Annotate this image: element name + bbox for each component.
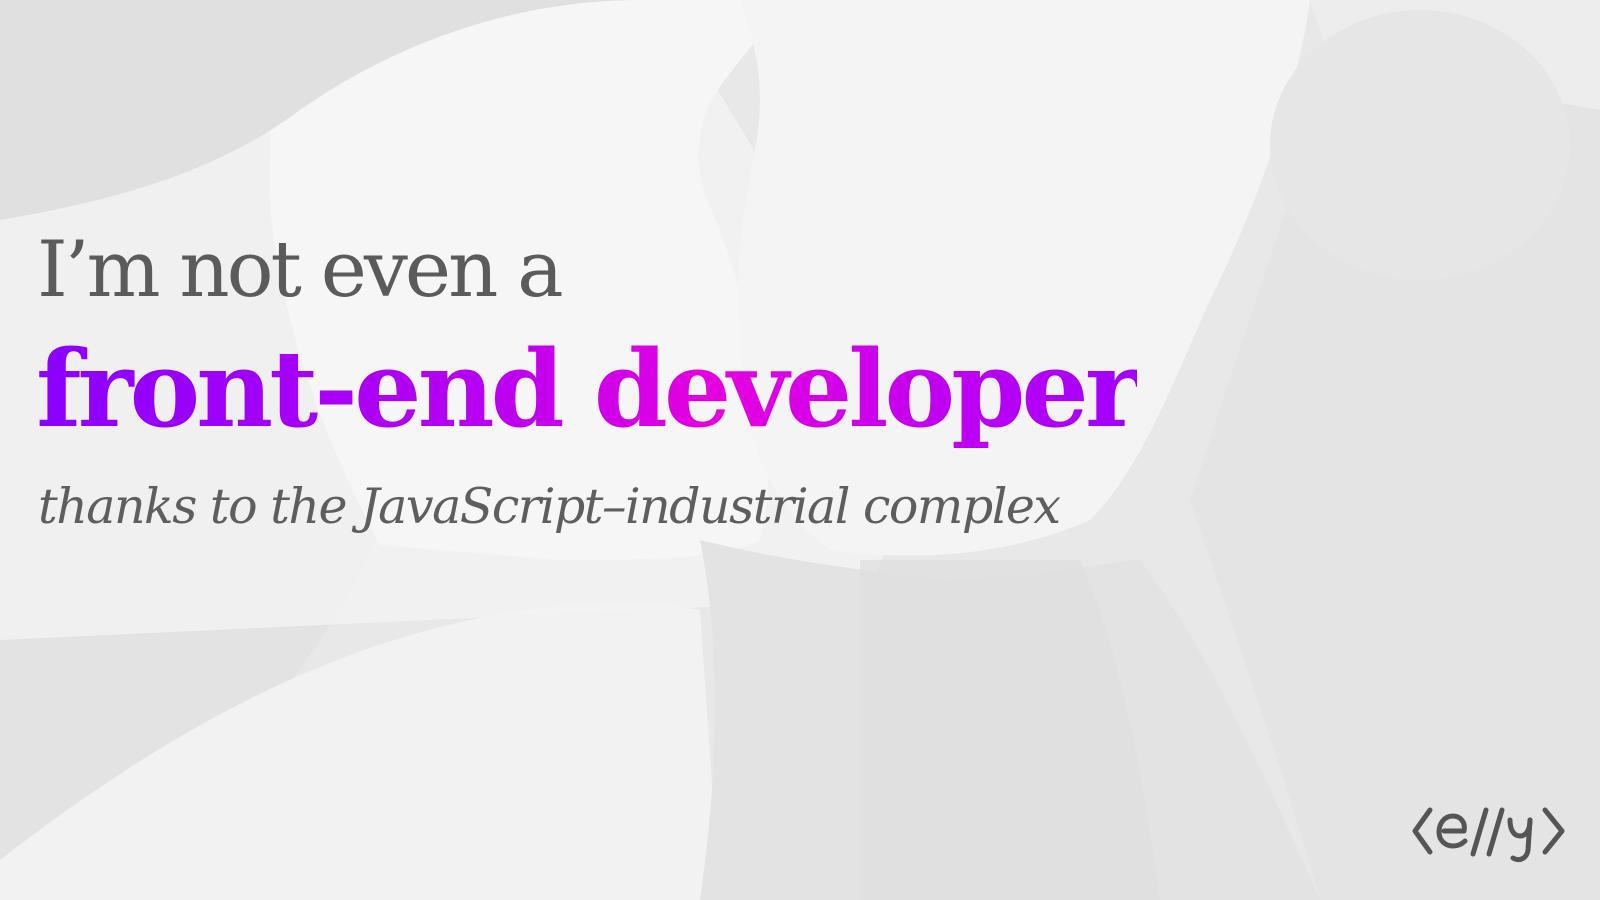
intro-text: I’m not even a xyxy=(37,225,564,315)
headline: front-end developer xyxy=(36,326,1141,451)
code-brackets-logo-icon xyxy=(1412,807,1565,863)
tagline: thanks to the JavaScript–industrial comp… xyxy=(38,478,1061,535)
slide: I’m not even a front-end developer thank… xyxy=(0,0,1600,900)
